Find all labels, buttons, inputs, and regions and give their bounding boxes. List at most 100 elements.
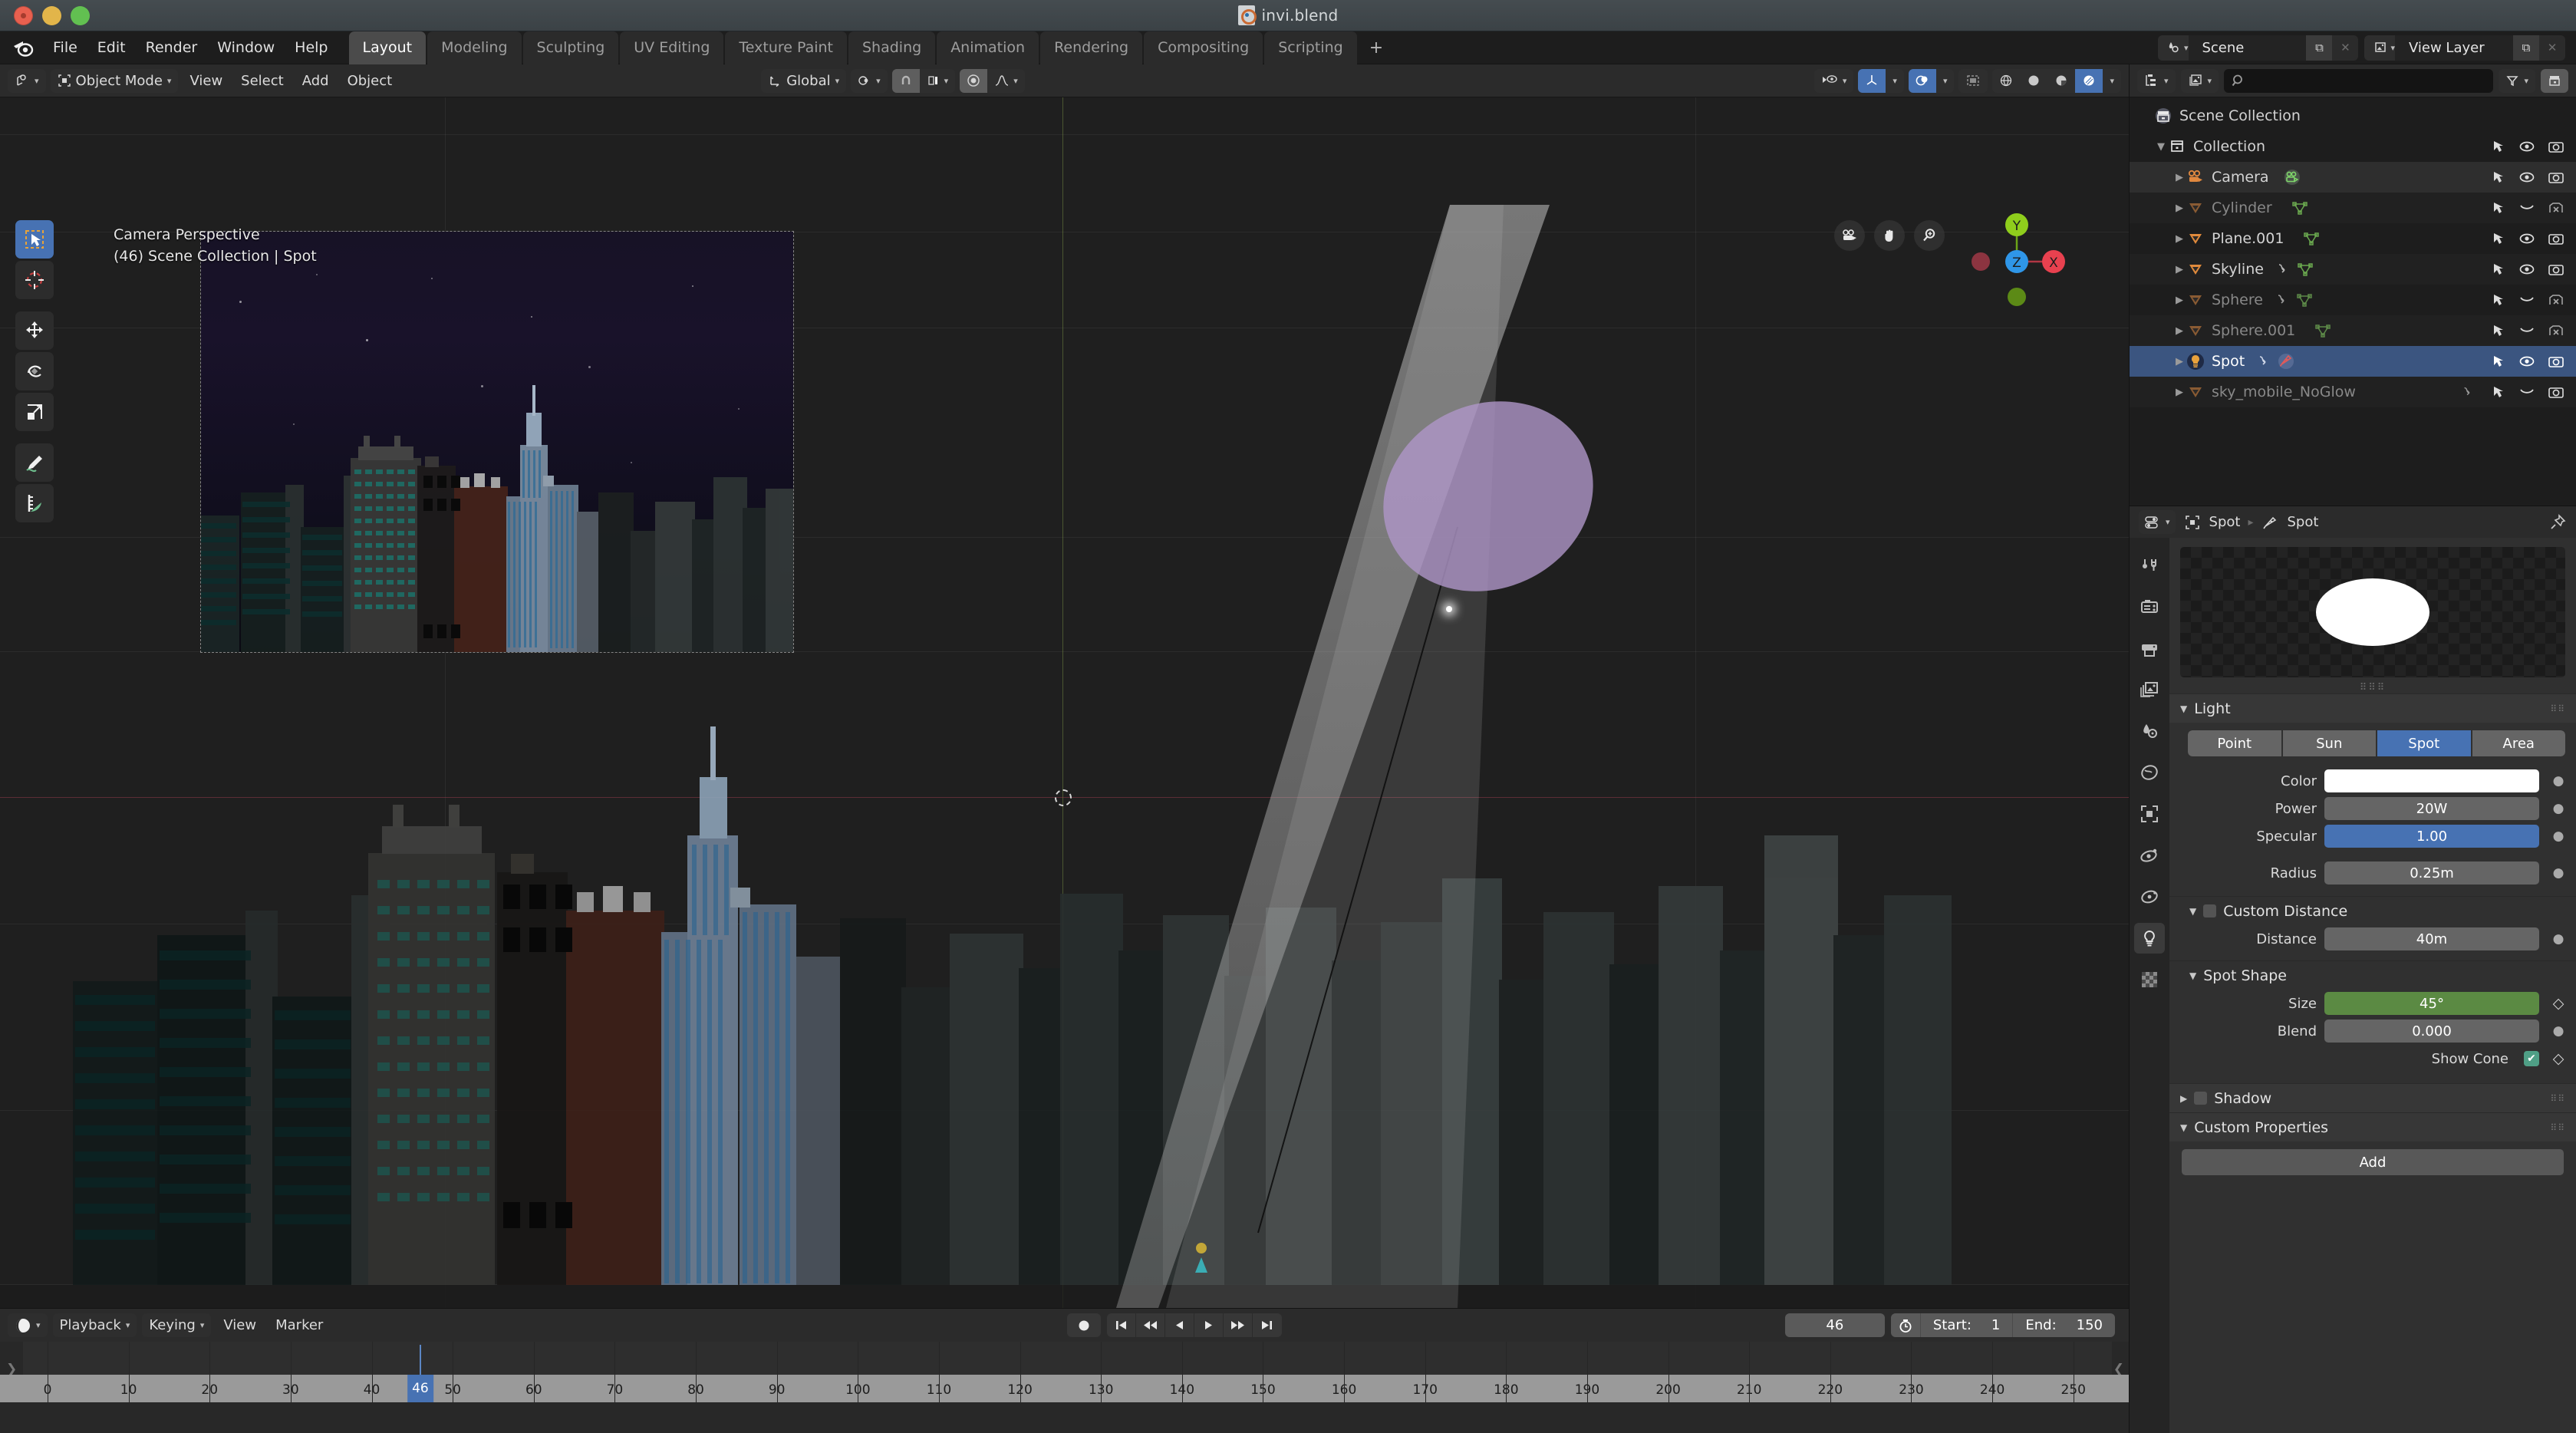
shadow-panel-header[interactable]: ▶ Shadow ⠿⠿ bbox=[2169, 1083, 2576, 1112]
sky-mobile-disclosure-triangle-icon[interactable]: ▶ bbox=[2172, 387, 2186, 398]
scene-selector[interactable]: ▾ Scene ⧉ ✕ bbox=[2157, 35, 2359, 61]
outliner-row-sky-mobile-noglow[interactable]: ▶ sky_mobile_NoGlow bbox=[2130, 377, 2576, 407]
disable-in-renders-camera-off-icon[interactable] bbox=[2547, 321, 2565, 340]
shading-rendered-icon[interactable] bbox=[2075, 68, 2103, 93]
shading-material-icon[interactable] bbox=[2047, 69, 2075, 93]
menu-edit[interactable]: Edit bbox=[87, 35, 136, 61]
collection-disclosure-triangle-icon[interactable]: ▼ bbox=[2154, 141, 2168, 153]
play-reverse-button[interactable] bbox=[1165, 1313, 1194, 1337]
snapping-group[interactable]: ▾ bbox=[891, 68, 956, 93]
timeline-track-area[interactable]: ❯ ❮ 010203040506070809010011012013014015… bbox=[0, 1342, 2129, 1433]
light-data-icon[interactable] bbox=[2277, 352, 2295, 371]
jump-to-start-button[interactable] bbox=[1107, 1313, 1136, 1337]
tab-rendering[interactable]: Rendering bbox=[1040, 31, 1143, 64]
frame-end-field[interactable]: End: 150 bbox=[2012, 1313, 2115, 1337]
object-mode-selector[interactable]: Object Mode ▾ bbox=[50, 68, 179, 93]
play-button[interactable] bbox=[1194, 1313, 1224, 1337]
outliner-editor-type-button[interactable]: ▾ bbox=[2137, 68, 2176, 93]
light-type-selector[interactable]: Point Sun Spot Area bbox=[2188, 730, 2565, 756]
light-type-sun[interactable]: Sun bbox=[2282, 730, 2376, 756]
outliner-row-sphere-001[interactable]: ▶ Sphere.001 bbox=[2130, 315, 2576, 346]
hide-in-viewport-eye-closed-icon[interactable] bbox=[2518, 199, 2536, 217]
custom-distance-panel-header[interactable]: ▼ Custom Distance bbox=[2169, 896, 2576, 925]
tab-modeling[interactable]: Modeling bbox=[427, 31, 522, 64]
selectable-cursor-icon[interactable] bbox=[2489, 383, 2507, 401]
scene-name[interactable]: Scene bbox=[2191, 35, 2307, 61]
show-gizmo-icon[interactable] bbox=[1858, 68, 1886, 93]
animation-data-icon[interactable] bbox=[2274, 291, 2292, 309]
add-workspace-button[interactable]: + bbox=[1359, 31, 1394, 64]
xray-toggle-button[interactable] bbox=[1958, 68, 1988, 93]
outliner-row-spot[interactable]: ▶ Spot bbox=[2130, 346, 2576, 377]
tab-view-layer-properties[interactable] bbox=[2134, 674, 2165, 705]
spot-light-origin[interactable] bbox=[1446, 606, 1452, 612]
light-type-point[interactable]: Point bbox=[2188, 730, 2281, 756]
jump-to-previous-keyframe-button[interactable] bbox=[1136, 1313, 1165, 1337]
tab-object-data-properties[interactable] bbox=[2134, 923, 2165, 954]
tab-physics-properties[interactable] bbox=[2134, 840, 2165, 871]
timeline-ruler[interactable]: 0102030405060708090100110120130140150160… bbox=[0, 1375, 2129, 1402]
viewport-menu-add[interactable]: Add bbox=[295, 69, 336, 93]
custom-properties-panel-header[interactable]: ▼ Custom Properties ⠿⠿ bbox=[2169, 1112, 2576, 1141]
preview-resize-grip[interactable]: ⠿⠿⠿ bbox=[2169, 682, 2576, 693]
outliner-row-sphere[interactable]: ▶ Sphere bbox=[2130, 285, 2576, 315]
tab-tool-properties[interactable] bbox=[2134, 550, 2165, 581]
frame-start-field[interactable]: Start: 1 bbox=[1919, 1313, 2013, 1337]
zoom-view-icon[interactable] bbox=[1914, 220, 1945, 251]
tab-uv-editing[interactable]: UV Editing bbox=[620, 31, 724, 64]
menu-help[interactable]: Help bbox=[285, 35, 338, 61]
light-radius-value[interactable]: 0.25m bbox=[2324, 861, 2539, 885]
animation-data-icon[interactable] bbox=[2255, 352, 2274, 371]
tool-select-box[interactable] bbox=[15, 220, 54, 259]
3d-viewport[interactable]: Camera Perspective (46) Scene Collection… bbox=[0, 97, 2129, 1308]
outliner-display-mode-button[interactable]: ▾ bbox=[2180, 68, 2219, 93]
disable-in-renders-camera-off-icon[interactable] bbox=[2547, 291, 2565, 309]
current-frame-field[interactable]: 46 bbox=[1784, 1313, 1885, 1337]
camera-view-icon[interactable] bbox=[1834, 220, 1865, 251]
gizmo-group[interactable]: ▾ bbox=[1858, 68, 1904, 93]
tool-scale[interactable] bbox=[15, 393, 54, 431]
outliner-search-input[interactable] bbox=[2224, 68, 2494, 93]
disable-in-renders-camera-icon[interactable] bbox=[2547, 229, 2565, 248]
snap-magnet-icon[interactable] bbox=[891, 68, 920, 93]
blender-logo-icon[interactable] bbox=[11, 35, 35, 60]
camera-data-icon[interactable] bbox=[2283, 168, 2301, 186]
light-type-spot[interactable]: Spot bbox=[2377, 730, 2471, 756]
tab-texture-paint[interactable]: Texture Paint bbox=[725, 31, 847, 64]
tab-scene-properties[interactable] bbox=[2134, 716, 2165, 746]
custom-distance-checkbox[interactable] bbox=[2203, 904, 2217, 917]
playback-menu[interactable]: Playback ▾ bbox=[52, 1313, 137, 1337]
viewport-menu-select[interactable]: Select bbox=[234, 69, 291, 93]
mesh-data-icon[interactable] bbox=[2295, 291, 2314, 309]
new-collection-button[interactable] bbox=[2541, 68, 2568, 93]
hide-in-viewport-eye-icon[interactable] bbox=[2518, 352, 2536, 371]
mesh-data-icon[interactable] bbox=[2314, 321, 2332, 340]
tool-rotate[interactable] bbox=[15, 352, 54, 390]
tab-material-properties[interactable] bbox=[2134, 964, 2165, 995]
light-radius-animate-dot-icon[interactable]: ● bbox=[2547, 865, 2570, 881]
outliner-row-camera[interactable]: ▶ Camera bbox=[2130, 162, 2576, 193]
light-specular-animate-dot-icon[interactable]: ● bbox=[2547, 829, 2570, 844]
spot-blend-value[interactable]: 0.000 bbox=[2324, 1020, 2539, 1043]
skyline-disclosure-triangle-icon[interactable]: ▶ bbox=[2172, 264, 2186, 275]
delete-view-layer-button[interactable]: ✕ bbox=[2539, 35, 2565, 61]
selectable-cursor-icon[interactable] bbox=[2489, 137, 2507, 156]
spot-light-ellipse[interactable] bbox=[1352, 367, 1625, 625]
selectable-cursor-icon[interactable] bbox=[2489, 229, 2507, 248]
light-specular-value[interactable]: 1.00 bbox=[2324, 825, 2539, 848]
add-custom-property-button[interactable]: Add bbox=[2182, 1149, 2564, 1175]
selectable-cursor-icon[interactable] bbox=[2489, 199, 2507, 217]
snap-target-selector[interactable]: ▾ bbox=[920, 69, 956, 93]
disable-in-renders-camera-icon[interactable] bbox=[2547, 168, 2565, 186]
spot-size-keyframe-diamond-icon[interactable]: ◇ bbox=[2547, 995, 2570, 1012]
light-power-value[interactable]: 20W bbox=[2324, 797, 2539, 820]
properties-editor-type-button[interactable]: ▾ bbox=[2139, 510, 2176, 534]
transform-orientation-selector[interactable]: Global ▾ bbox=[761, 68, 847, 93]
tool-move[interactable] bbox=[15, 311, 54, 350]
outliner-row-skyline[interactable]: ▶ Skyline bbox=[2130, 254, 2576, 285]
animation-data-icon[interactable] bbox=[2275, 260, 2293, 278]
proportional-editing-group[interactable]: ▾ bbox=[960, 68, 1025, 93]
spot-shape-panel-header[interactable]: ▼ Spot Shape bbox=[2169, 960, 2576, 990]
shadow-disclosure-triangle-icon[interactable]: ▶ bbox=[2180, 1093, 2187, 1104]
breadcrumb-object-name[interactable]: Spot bbox=[2209, 514, 2241, 530]
